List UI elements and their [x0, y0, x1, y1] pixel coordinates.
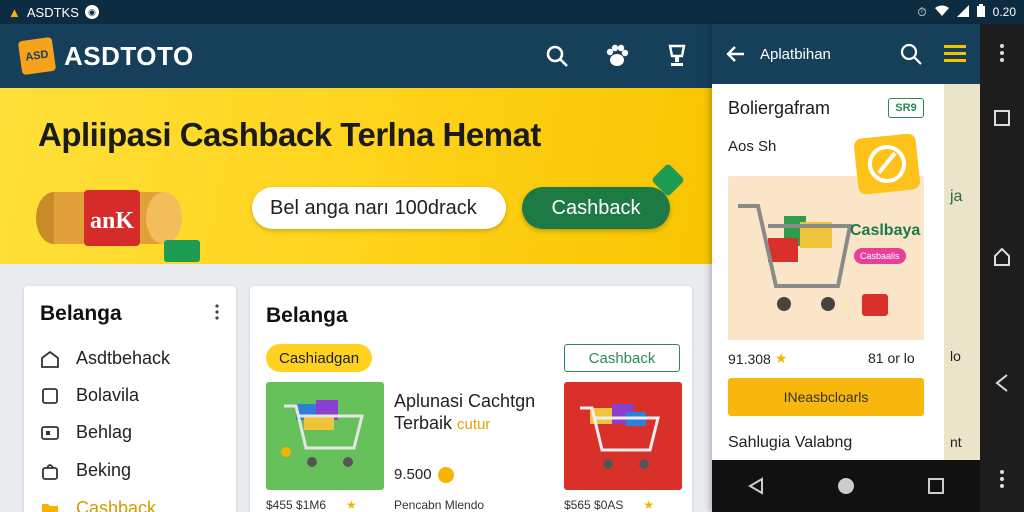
mini-label-center: Pencabn Mlendo — [394, 498, 484, 512]
product-image-chip: Casbaalis — [854, 248, 906, 264]
app-header: ASD ASDTOTO — [0, 24, 712, 88]
cashback-app-logo-icon — [868, 145, 906, 183]
hamburger-menu-icon[interactable] — [944, 45, 966, 63]
category-menu-card: Belanga Asdtbehack Bolavila Behlag Bekin… — [24, 286, 236, 512]
notification-badge-icon: ◉ — [84, 5, 99, 19]
search-icon[interactable] — [900, 43, 922, 65]
hero-title: Apliipasi Cashback Terlna Hemat — [38, 116, 541, 153]
panel-badge: SR9 — [888, 98, 924, 118]
home-circle-icon[interactable] — [837, 477, 855, 495]
recents-square-icon[interactable] — [994, 110, 1010, 126]
brand-name: ASDTOTO — [64, 40, 194, 71]
panel-card-title: Boliergafram — [728, 98, 831, 118]
mini-price-right-text: $565 $0AS — [564, 498, 624, 512]
menu-item-beking[interactable]: Beking — [40, 460, 131, 481]
more-options-icon[interactable] — [999, 44, 1005, 62]
folder-icon — [42, 503, 58, 512]
overlay-app-window: Aplatbihan Boliergafram SR9 Aos Sh Caslb… — [712, 24, 980, 512]
paw-button[interactable] — [602, 41, 632, 71]
brand-logo: ASD — [17, 36, 57, 76]
coin-roll-illustration: anK — [36, 190, 200, 262]
strip-text: lo — [950, 348, 961, 364]
bag-icon — [42, 463, 58, 480]
square-icon — [42, 387, 58, 404]
panel-navigation-bar — [712, 460, 980, 512]
trophy-button[interactable] — [662, 41, 692, 71]
store-icon — [41, 350, 59, 368]
status-bar: ▲ ASDTKS ◉ ⏱ 0.20 — [0, 0, 1024, 24]
search-icon — [546, 45, 568, 67]
trophy-icon — [668, 44, 686, 66]
mini-label-center-text: Pencabn Mlendo — [394, 498, 485, 512]
cashback-filter-button[interactable]: Cashback — [564, 344, 680, 372]
battery-icon — [976, 4, 985, 20]
star-icon: ★ — [643, 498, 655, 512]
star-icon: ★ — [346, 498, 357, 512]
menu-item-behlag[interactable]: Behlag — [40, 422, 132, 443]
menu-item-label: Cashback — [76, 498, 157, 512]
menu-item-asdtbehack[interactable]: Asdtbehack — [40, 348, 170, 369]
panel-action-button[interactable]: INeasbcloarls — [728, 378, 924, 416]
hero-banner: Apliipasi Cashback Terlna Hemat anK Bel … — [0, 88, 712, 264]
product-thumbnail-green[interactable] — [266, 382, 384, 490]
panel-price: 91.308 ★ — [728, 350, 787, 367]
background-content-strip: ja lo nt — [944, 84, 980, 460]
product-image-label: Caslbaya — [850, 222, 921, 239]
status-time: 0.20 — [992, 5, 1016, 19]
menu-item-label: Bolavila — [76, 385, 140, 405]
shopping-cart-icon — [580, 404, 660, 469]
panel-header: Aplatbihan — [712, 24, 980, 84]
panel-footer-text: Sahlugia Valabng — [728, 434, 853, 451]
hero-search-field[interactable]: Bel anga narı 100drack — [252, 187, 506, 229]
ticket-icon — [41, 425, 59, 440]
system-navigation-bar — [980, 24, 1024, 512]
screen: ▲ ASDTKS ◉ ⏱ 0.20 ASD ASDTOTO Apliipasi … — [0, 0, 1024, 512]
search-button[interactable] — [542, 41, 572, 71]
recents-square-icon[interactable] — [927, 478, 944, 494]
menu-item-label: Asdtbehack — [76, 348, 171, 368]
panel-subtitle: Aos Sh — [728, 138, 777, 155]
cashback-chip[interactable]: Cashiadgan — [266, 344, 373, 372]
signal-icon — [956, 4, 969, 20]
cashback-app-logo — [853, 132, 921, 196]
alarm-icon: ⏱ — [917, 4, 927, 19]
hero-art-label: anK — [90, 208, 134, 234]
panel-price-text: 91.308 — [728, 350, 771, 367]
panel-title: Aplatbihan — [760, 45, 831, 63]
product-thumbnail-red[interactable] — [564, 382, 682, 490]
product-title[interactable]: Aplunasi Cachtgn Terbaik cutur — [394, 390, 554, 436]
cashback-cta-button[interactable]: Cashback — [522, 187, 670, 229]
wifi-icon — [934, 5, 949, 20]
back-triangle-icon[interactable] — [995, 374, 1009, 392]
status-app-label: ASDTKS — [26, 4, 79, 20]
product-tag: cutur — [457, 416, 491, 433]
menu-item-cashback[interactable]: Cashback — [40, 498, 156, 512]
menu-item-label: Behlag — [76, 422, 133, 442]
more-options-icon[interactable] — [214, 304, 220, 320]
mini-price-right: $565 $0AS ★ — [564, 498, 654, 512]
panel-content: Boliergafram SR9 Aos Sh Caslbaya Casbaal… — [712, 84, 980, 460]
shopping-cart-icon — [281, 400, 364, 467]
product-price-text: 9.500 — [394, 466, 432, 483]
paw-icon — [606, 44, 629, 66]
strip-text: nt — [950, 434, 962, 450]
hero-search-text: Bel anga narı 100drack — [270, 196, 477, 219]
menu-item-label: Beking — [76, 460, 132, 480]
product-price: 9.500 — [394, 466, 454, 483]
more-options-icon[interactable] — [999, 470, 1005, 488]
coin-icon — [437, 466, 454, 483]
menu-item-bolavila[interactable]: Bolavila — [40, 385, 139, 406]
home-icon[interactable] — [994, 248, 1010, 266]
mini-price-left-text: $455 $1M6 — [266, 498, 327, 512]
section-title: Belanga — [266, 304, 348, 327]
strip-text: ja — [950, 188, 963, 205]
back-arrow-icon[interactable] — [726, 44, 746, 64]
shopping-card: Belanga Cashiadgan Cashback Aplunasi Cac… — [250, 286, 692, 512]
panel-price-secondary: 81 or lo — [868, 350, 915, 366]
menu-title: Belanga — [40, 302, 122, 325]
star-icon: ★ — [774, 350, 788, 366]
app-notification-icon: ▲ — [8, 4, 21, 20]
back-triangle-icon[interactable] — [748, 477, 764, 495]
mini-price-left: $455 $1M6 ★ — [266, 498, 357, 512]
